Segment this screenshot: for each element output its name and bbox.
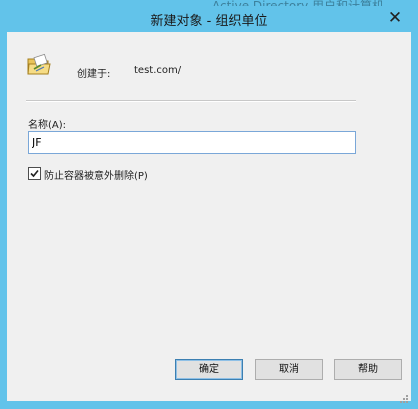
separator [26, 100, 356, 102]
name-label: 名称(A): [28, 120, 67, 131]
protect-label: 防止容器被意外删除(P) [44, 171, 148, 182]
help-button[interactable]: 帮助 [334, 359, 402, 380]
close-button[interactable]: ✕ [384, 8, 406, 28]
created-in-value: test.com/ [134, 65, 182, 76]
dialog-body: 创建于: test.com/ 名称(A): 防止容器被意外删除(P) 确定 取消… [7, 32, 411, 403]
name-input[interactable] [28, 131, 356, 154]
created-in-label: 创建于: [77, 69, 111, 80]
close-icon: ✕ [387, 8, 403, 28]
dialog-title: 新建对象 - 组织单位 [150, 14, 268, 29]
checkmark-icon [30, 169, 39, 178]
title-bar[interactable]: 新建对象 - 组织单位 ✕ [0, 6, 418, 32]
resize-grip-icon[interactable] [399, 389, 409, 403]
dialog-window: Active Directory 用户和计算机 新建对象 - 组织单位 ✕ 创建… [0, 0, 418, 409]
ok-button[interactable]: 确定 [175, 359, 243, 380]
organizational-unit-icon [26, 52, 52, 78]
protect-checkbox[interactable] [28, 167, 41, 180]
cancel-button[interactable]: 取消 [255, 359, 323, 380]
